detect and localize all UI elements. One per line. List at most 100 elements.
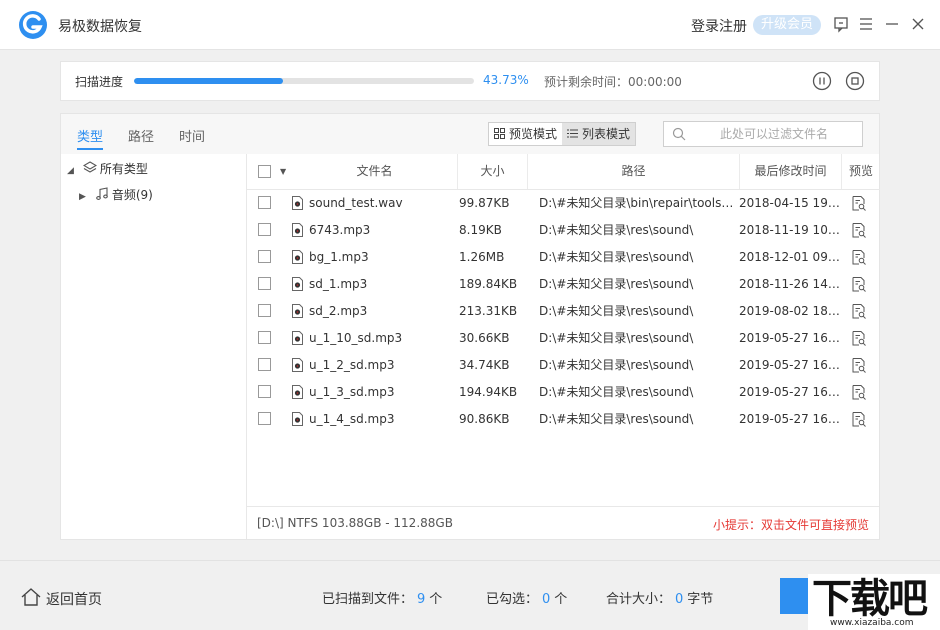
pause-icon[interactable]: [812, 71, 832, 91]
table-row[interactable]: 6743.mp3 8.19KB D:\#未知父目录\res\sound\ 2018-1…: [247, 217, 880, 244]
scanned-label: 已扫描到文件：: [322, 592, 414, 607]
row-checkbox[interactable]: [258, 358, 271, 371]
checked-count: 0: [542, 592, 551, 607]
active-tab-indicator: [77, 148, 103, 150]
drive-info: [D:\] NTFS 103.88GB - 112.88GB: [257, 516, 453, 530]
row-checkbox[interactable]: [258, 412, 271, 425]
file-name: sound_test.wav: [309, 196, 403, 210]
checked-unit: 个: [554, 592, 568, 607]
music-note-icon: [95, 187, 108, 200]
select-dropdown-icon[interactable]: ▼: [280, 154, 286, 189]
file-modified: 2019-08-02 18:21: [739, 304, 841, 318]
tab-path[interactable]: 路径: [128, 126, 154, 145]
table-row[interactable]: sd_1.mp3 189.84KB D:\#未知父目录\res\sound\ 2018…: [247, 271, 880, 298]
audio-file-icon: [292, 412, 303, 426]
row-checkbox[interactable]: [258, 385, 271, 398]
scan-progress-label: 扫描进度: [75, 75, 124, 89]
column-header-modified[interactable]: 最后修改时间: [740, 154, 842, 189]
preview-icon[interactable]: [852, 385, 866, 400]
minimize-icon[interactable]: [881, 12, 903, 36]
file-size: 34.74KB: [459, 358, 510, 372]
close-icon[interactable]: [907, 12, 929, 36]
preview-icon[interactable]: [852, 412, 866, 427]
row-checkbox[interactable]: [258, 304, 271, 317]
scan-progress-fill: [134, 78, 283, 84]
table-row[interactable]: bg_1.mp3 1.26MB D:\#未知父目录\res\sound\ 2018-1…: [247, 244, 880, 271]
audio-file-icon: [292, 385, 303, 399]
login-register-link[interactable]: 登录注册: [691, 16, 747, 36]
file-name: u_1_3_sd.mp3: [309, 385, 395, 399]
select-all-checkbox[interactable]: [258, 165, 271, 178]
feedback-icon[interactable]: [830, 12, 852, 36]
audio-file-icon: [292, 304, 303, 318]
audio-file-icon: [292, 250, 303, 264]
table-row[interactable]: u_1_2_sd.mp3 34.74KB D:\#未知父目录\res\sound\ 2…: [247, 352, 880, 379]
file-size: 194.94KB: [459, 385, 518, 399]
file-modified: 2018-04-15 19:41: [739, 196, 841, 210]
preview-icon[interactable]: [852, 358, 866, 373]
menu-icon[interactable]: [855, 12, 877, 36]
back-home-label: 返回首页: [46, 592, 102, 608]
table-row[interactable]: u_1_3_sd.mp3 194.94KB D:\#未知父目录\res\sound\…: [247, 379, 880, 406]
preview-icon[interactable]: [852, 277, 866, 292]
row-checkbox[interactable]: [258, 196, 271, 209]
watermark-url: www.xiazaiba.com: [830, 618, 914, 628]
scan-progress-percent: 43.73%: [483, 73, 529, 87]
list-mode-label: 列表模式: [581, 127, 630, 141]
table-row[interactable]: u_1_4_sd.mp3 90.86KB D:\#未知父目录\res\sound\ 2…: [247, 406, 880, 433]
file-modified: 2019-05-27 16:49: [739, 412, 841, 426]
file-modified: 2019-05-27 16:49: [739, 385, 841, 399]
file-modified: 2019-05-27 16:55: [739, 331, 841, 345]
file-size: 1.26MB: [459, 250, 505, 264]
hint-text: 小提示：双击文件可直接预览: [712, 518, 869, 532]
column-header-size[interactable]: 大小: [458, 154, 528, 189]
home-icon: [21, 588, 41, 606]
total-unit: 字节: [687, 592, 714, 607]
list-mode-button[interactable]: 列表模式: [562, 123, 635, 145]
preview-icon[interactable]: [852, 223, 866, 238]
audio-file-icon: [292, 358, 303, 372]
preview-icon[interactable]: [852, 250, 866, 265]
row-checkbox[interactable]: [258, 277, 271, 290]
list-icon: [566, 129, 578, 138]
collapsed-arrow-icon[interactable]: ▶: [79, 192, 91, 202]
table-header: ▼ 文件名 大小 路径 最后修改时间 预览: [247, 154, 880, 190]
column-header-path[interactable]: 路径: [528, 154, 740, 189]
table-row[interactable]: u_1_10_sd.mp3 30.66KB D:\#未知父目录\res\sound\…: [247, 325, 880, 352]
file-modified: 2019-05-27 16:44: [739, 358, 841, 372]
tab-type[interactable]: 类型: [77, 126, 103, 145]
filter-input[interactable]: [692, 124, 856, 144]
tab-time[interactable]: 时间: [179, 126, 205, 145]
tree-node-label: 所有类型: [99, 162, 148, 176]
scan-progress-panel: 扫描进度 43.73% 预计剩余时间：00:00:00: [60, 61, 880, 101]
expanded-arrow-icon[interactable]: ◢: [67, 166, 79, 176]
tree-node-all-types[interactable]: ◢ 所有类型: [67, 160, 148, 177]
upgrade-vip-button[interactable]: 升级会员: [753, 15, 821, 35]
file-name: 6743.mp3: [309, 223, 371, 237]
file-name: u_1_4_sd.mp3: [309, 412, 395, 426]
tree-node-audio[interactable]: ▶ 音频(9): [79, 186, 153, 203]
filter-box: [663, 121, 863, 147]
file-size: 189.84KB: [459, 277, 518, 291]
table-row[interactable]: sound_test.wav 99.87KB D:\#未知父目录\bin\repai…: [247, 190, 880, 217]
column-header-name[interactable]: 文件名: [292, 154, 458, 189]
file-size: 213.31KB: [459, 304, 518, 318]
row-checkbox[interactable]: [258, 331, 271, 344]
row-checkbox[interactable]: [258, 223, 271, 236]
stop-icon[interactable]: [845, 71, 865, 91]
audio-file-icon: [292, 331, 303, 345]
column-header-preview: 预览: [848, 164, 873, 178]
preview-mode-button[interactable]: 预览模式: [489, 123, 562, 145]
row-checkbox[interactable]: [258, 250, 271, 263]
preview-icon[interactable]: [852, 331, 866, 346]
file-path: D:\#未知父目录\res\sound\: [539, 385, 694, 399]
file-path: D:\#未知父目录\res\sound\: [539, 250, 694, 264]
file-size: 30.66KB: [459, 331, 510, 345]
preview-icon[interactable]: [852, 196, 866, 211]
file-modified: 2018-11-26 14:35: [739, 277, 841, 291]
table-row[interactable]: sd_2.mp3 213.31KB D:\#未知父目录\res\sound\ 2019…: [247, 298, 880, 325]
file-path: D:\#未知父目录\res\sound\: [539, 358, 694, 372]
tabs-toolbar: 类型 路径 时间 预览模式 列表模式: [61, 114, 879, 154]
back-home-button[interactable]: 返回首页: [20, 586, 102, 609]
preview-icon[interactable]: [852, 304, 866, 319]
